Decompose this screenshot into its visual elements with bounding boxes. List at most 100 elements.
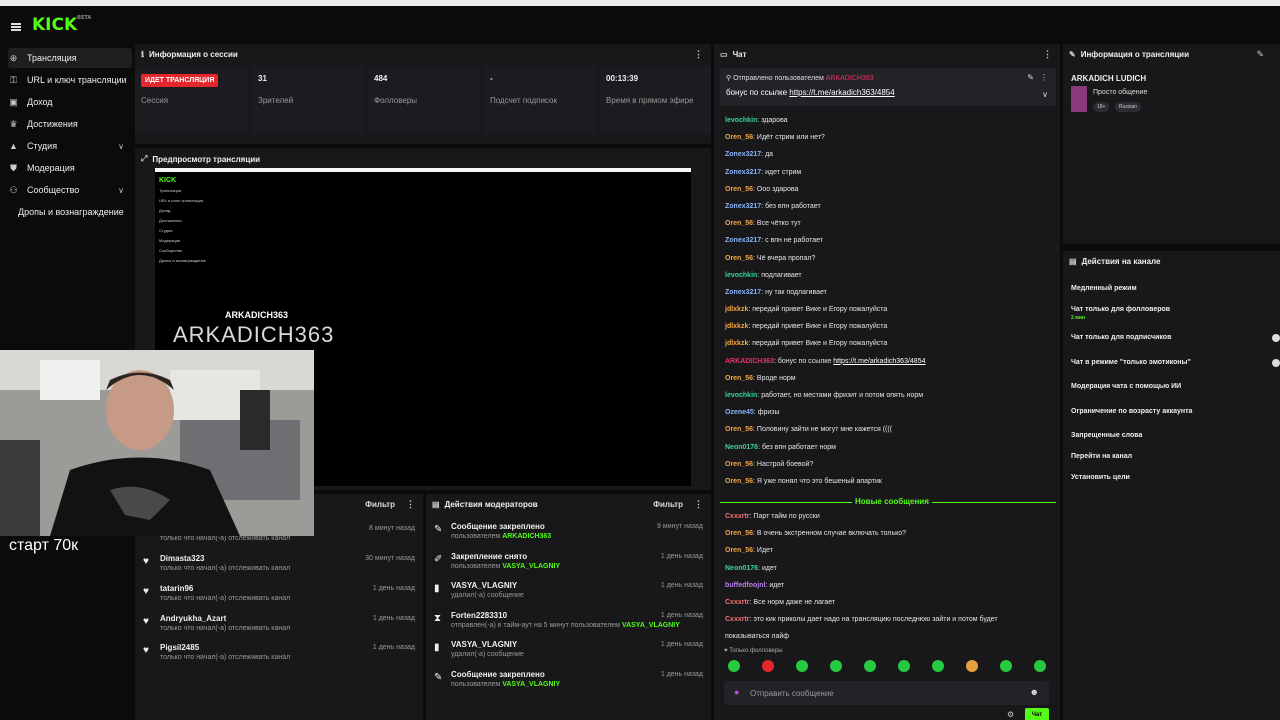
chat-username[interactable]: levochkin — [725, 392, 757, 399]
action-emote-only[interactable]: Чат в режиме "только эмотиконы" — [1071, 359, 1191, 366]
chat-username[interactable]: Oren_56 — [725, 461, 753, 468]
chat-username[interactable]: levochkin — [725, 272, 757, 279]
chat-username[interactable]: buffedfoojnl — [725, 582, 765, 589]
chat-username[interactable]: Oren_56 — [725, 255, 753, 262]
chat-username[interactable]: jdlxkzk — [725, 306, 748, 313]
chat-username[interactable]: Zonex3217 — [725, 289, 761, 296]
chat-username[interactable]: Zonex3217 — [725, 203, 761, 210]
emote-icon[interactable] — [1000, 660, 1012, 672]
pinned-message[interactable]: ⚲ Отправлено пользователем ARKADICH363 б… — [720, 68, 1056, 106]
edit-icon[interactable]: ✎ — [1256, 49, 1264, 60]
menu-icon[interactable] — [11, 23, 21, 31]
action-banned-words[interactable]: Запрещенные слова — [1071, 432, 1142, 439]
sidebar-item-moderation[interactable]: ⛊ Модерация — [8, 158, 132, 178]
chat-send-button[interactable]: Чат — [1025, 708, 1049, 720]
action-go-to-channel[interactable]: Перейти на канал — [1071, 453, 1132, 460]
chat-text: идет — [769, 581, 785, 589]
row-sub: только что начал(-а) отслеживать канал — [160, 595, 291, 602]
broadcast-icon: ⊕ — [9, 52, 18, 63]
action-slow-mode[interactable]: Медленный режим — [1071, 285, 1137, 292]
filter-button[interactable]: Фильтр — [653, 500, 683, 509]
action-subscribers-only[interactable]: Чат только для подписчиков — [1071, 334, 1171, 341]
row-sub-user[interactable]: ARKADICH363 — [502, 533, 551, 540]
action-ai-moderation[interactable]: Модерация чата с помощью ИИ — [1071, 383, 1181, 390]
sidebar-item-broadcast[interactable]: ⊕ Трансляция — [8, 48, 132, 68]
more-options-icon[interactable]: ⋮ — [694, 499, 703, 510]
chat-username[interactable]: Neon0176 — [725, 565, 758, 572]
sidebar-item-achievements[interactable]: ♛ Достижения — [8, 114, 132, 134]
pinned-link[interactable]: https://t.me/arkadich363/4854 — [789, 88, 894, 97]
chat-message: Oren_56: Я уже понял что это бешеный апа… — [725, 478, 1055, 495]
more-options-icon[interactable]: ⋮ — [1043, 49, 1052, 60]
filter-button[interactable]: Фильтр — [365, 500, 395, 509]
chat-username[interactable]: jdlxkzk — [725, 340, 748, 347]
microphone-icon[interactable]: ● — [734, 687, 739, 697]
emote-icon[interactable] — [864, 660, 876, 672]
chat-username[interactable]: Zonex3217 — [725, 169, 761, 176]
unpin-icon[interactable]: ✎ — [1027, 73, 1034, 82]
subscribers-only-toggle[interactable] — [1272, 334, 1280, 342]
emote-icon[interactable] — [796, 660, 808, 672]
tag-badge[interactable]: Russian — [1115, 102, 1142, 112]
emote-icon[interactable] — [1034, 660, 1046, 672]
action-set-goals[interactable]: Установить цели — [1071, 474, 1130, 481]
emoji-icon[interactable]: ☻ — [1030, 687, 1039, 697]
chat-username[interactable]: Oren_56 — [725, 426, 753, 433]
more-options-icon[interactable]: ⋮ — [406, 499, 415, 510]
more-options-icon[interactable]: ⋮ — [694, 49, 703, 60]
action-account-age[interactable]: Ограничение по возрасту аккаунта — [1071, 408, 1192, 415]
sidebar-item-drops[interactable]: Дропы и вознаграждение — [18, 202, 132, 222]
row-sub: удалил(-а) сообщение — [451, 592, 524, 599]
new-messages-label[interactable]: Новые сообщения — [852, 497, 932, 506]
emote-icon[interactable] — [898, 660, 910, 672]
sidebar-item-community[interactable]: ⚇ Сообщество ∨ — [8, 180, 132, 200]
chat-username[interactable]: Oren_56 — [725, 530, 753, 537]
sidebar-item-studio[interactable]: ▲ Студия ∨ — [8, 136, 132, 156]
chat-username[interactable]: Oren_56 — [725, 186, 753, 193]
tag-badge[interactable]: 18+ — [1093, 102, 1110, 112]
stat-value: 00:13:39 — [606, 74, 639, 83]
row-name[interactable]: tatarin96 — [160, 584, 193, 593]
emote-icon[interactable] — [762, 660, 774, 672]
row-sub-user[interactable]: VASYA_VLAGNIY — [502, 563, 560, 570]
row-name[interactable]: Pigsil2485 — [160, 643, 199, 652]
chat-username[interactable]: Cxxxrtr — [725, 513, 750, 520]
row-name[interactable]: Andryukha_Azart — [160, 614, 226, 623]
emote-icon[interactable] — [728, 660, 740, 672]
chat-username[interactable]: Oren_56 — [725, 547, 753, 554]
chat-username[interactable]: Cxxxrtr — [725, 599, 750, 606]
chat-username[interactable]: Oren_56 — [725, 478, 753, 485]
chat-username[interactable]: Cxxxrtr — [725, 616, 750, 623]
chat-username[interactable]: jdlxkzk — [725, 323, 748, 330]
chat-username[interactable]: levochkin — [725, 117, 757, 124]
chat-text: Идёт стрим или нет? — [756, 134, 825, 142]
trophy-icon: ♛ — [9, 118, 18, 129]
more-options-icon[interactable]: ⋮ — [1040, 73, 1048, 82]
row-time: 30 минут назад — [365, 555, 415, 562]
chat-username[interactable]: Neon0176 — [725, 444, 758, 451]
emote-icon[interactable] — [830, 660, 842, 672]
chat-username[interactable]: ARKADICH363 — [725, 358, 774, 365]
sidebar-item-income[interactable]: ▣ Доход — [8, 92, 132, 112]
row-sub-user[interactable]: VASYA_VLAGNIY — [502, 681, 560, 688]
chat-input[interactable]: ● Отправить сообщение ☻ — [724, 681, 1049, 705]
chat-username[interactable]: Zonex3217 — [725, 237, 761, 244]
gear-icon[interactable]: ⚙ — [1007, 710, 1014, 719]
emote-icon[interactable] — [966, 660, 978, 672]
kick-logo[interactable]: KICKBETA — [32, 15, 91, 35]
emote-icon[interactable] — [932, 660, 944, 672]
chevron-down-icon[interactable]: ∨ — [1042, 90, 1048, 99]
chat-username[interactable]: Oren_56 — [725, 375, 753, 382]
pinned-user[interactable]: ARKADICH363 — [826, 75, 874, 82]
table-row: ⧗ Forten2283310 отправлен(-а) в тайм-аут н… — [426, 609, 711, 639]
chat-username[interactable]: Ozene45 — [725, 409, 754, 416]
action-followers-only[interactable]: Чат только для фолловеров — [1071, 306, 1170, 313]
row-sub-user[interactable]: VASYA_VLAGNIY — [622, 622, 680, 629]
chat-username[interactable]: Oren_56 — [725, 134, 753, 141]
emote-only-toggle[interactable] — [1272, 359, 1280, 367]
chat-username[interactable]: Zonex3217 — [725, 151, 761, 158]
chat-link[interactable]: https://t.me/arkadich363/4854 — [833, 358, 925, 365]
row-name[interactable]: Dimasta323 — [160, 554, 204, 563]
chat-username[interactable]: Oren_56 — [725, 220, 753, 227]
sidebar-item-url-key[interactable]: ⚿ URL и ключ трансляции — [8, 70, 132, 90]
